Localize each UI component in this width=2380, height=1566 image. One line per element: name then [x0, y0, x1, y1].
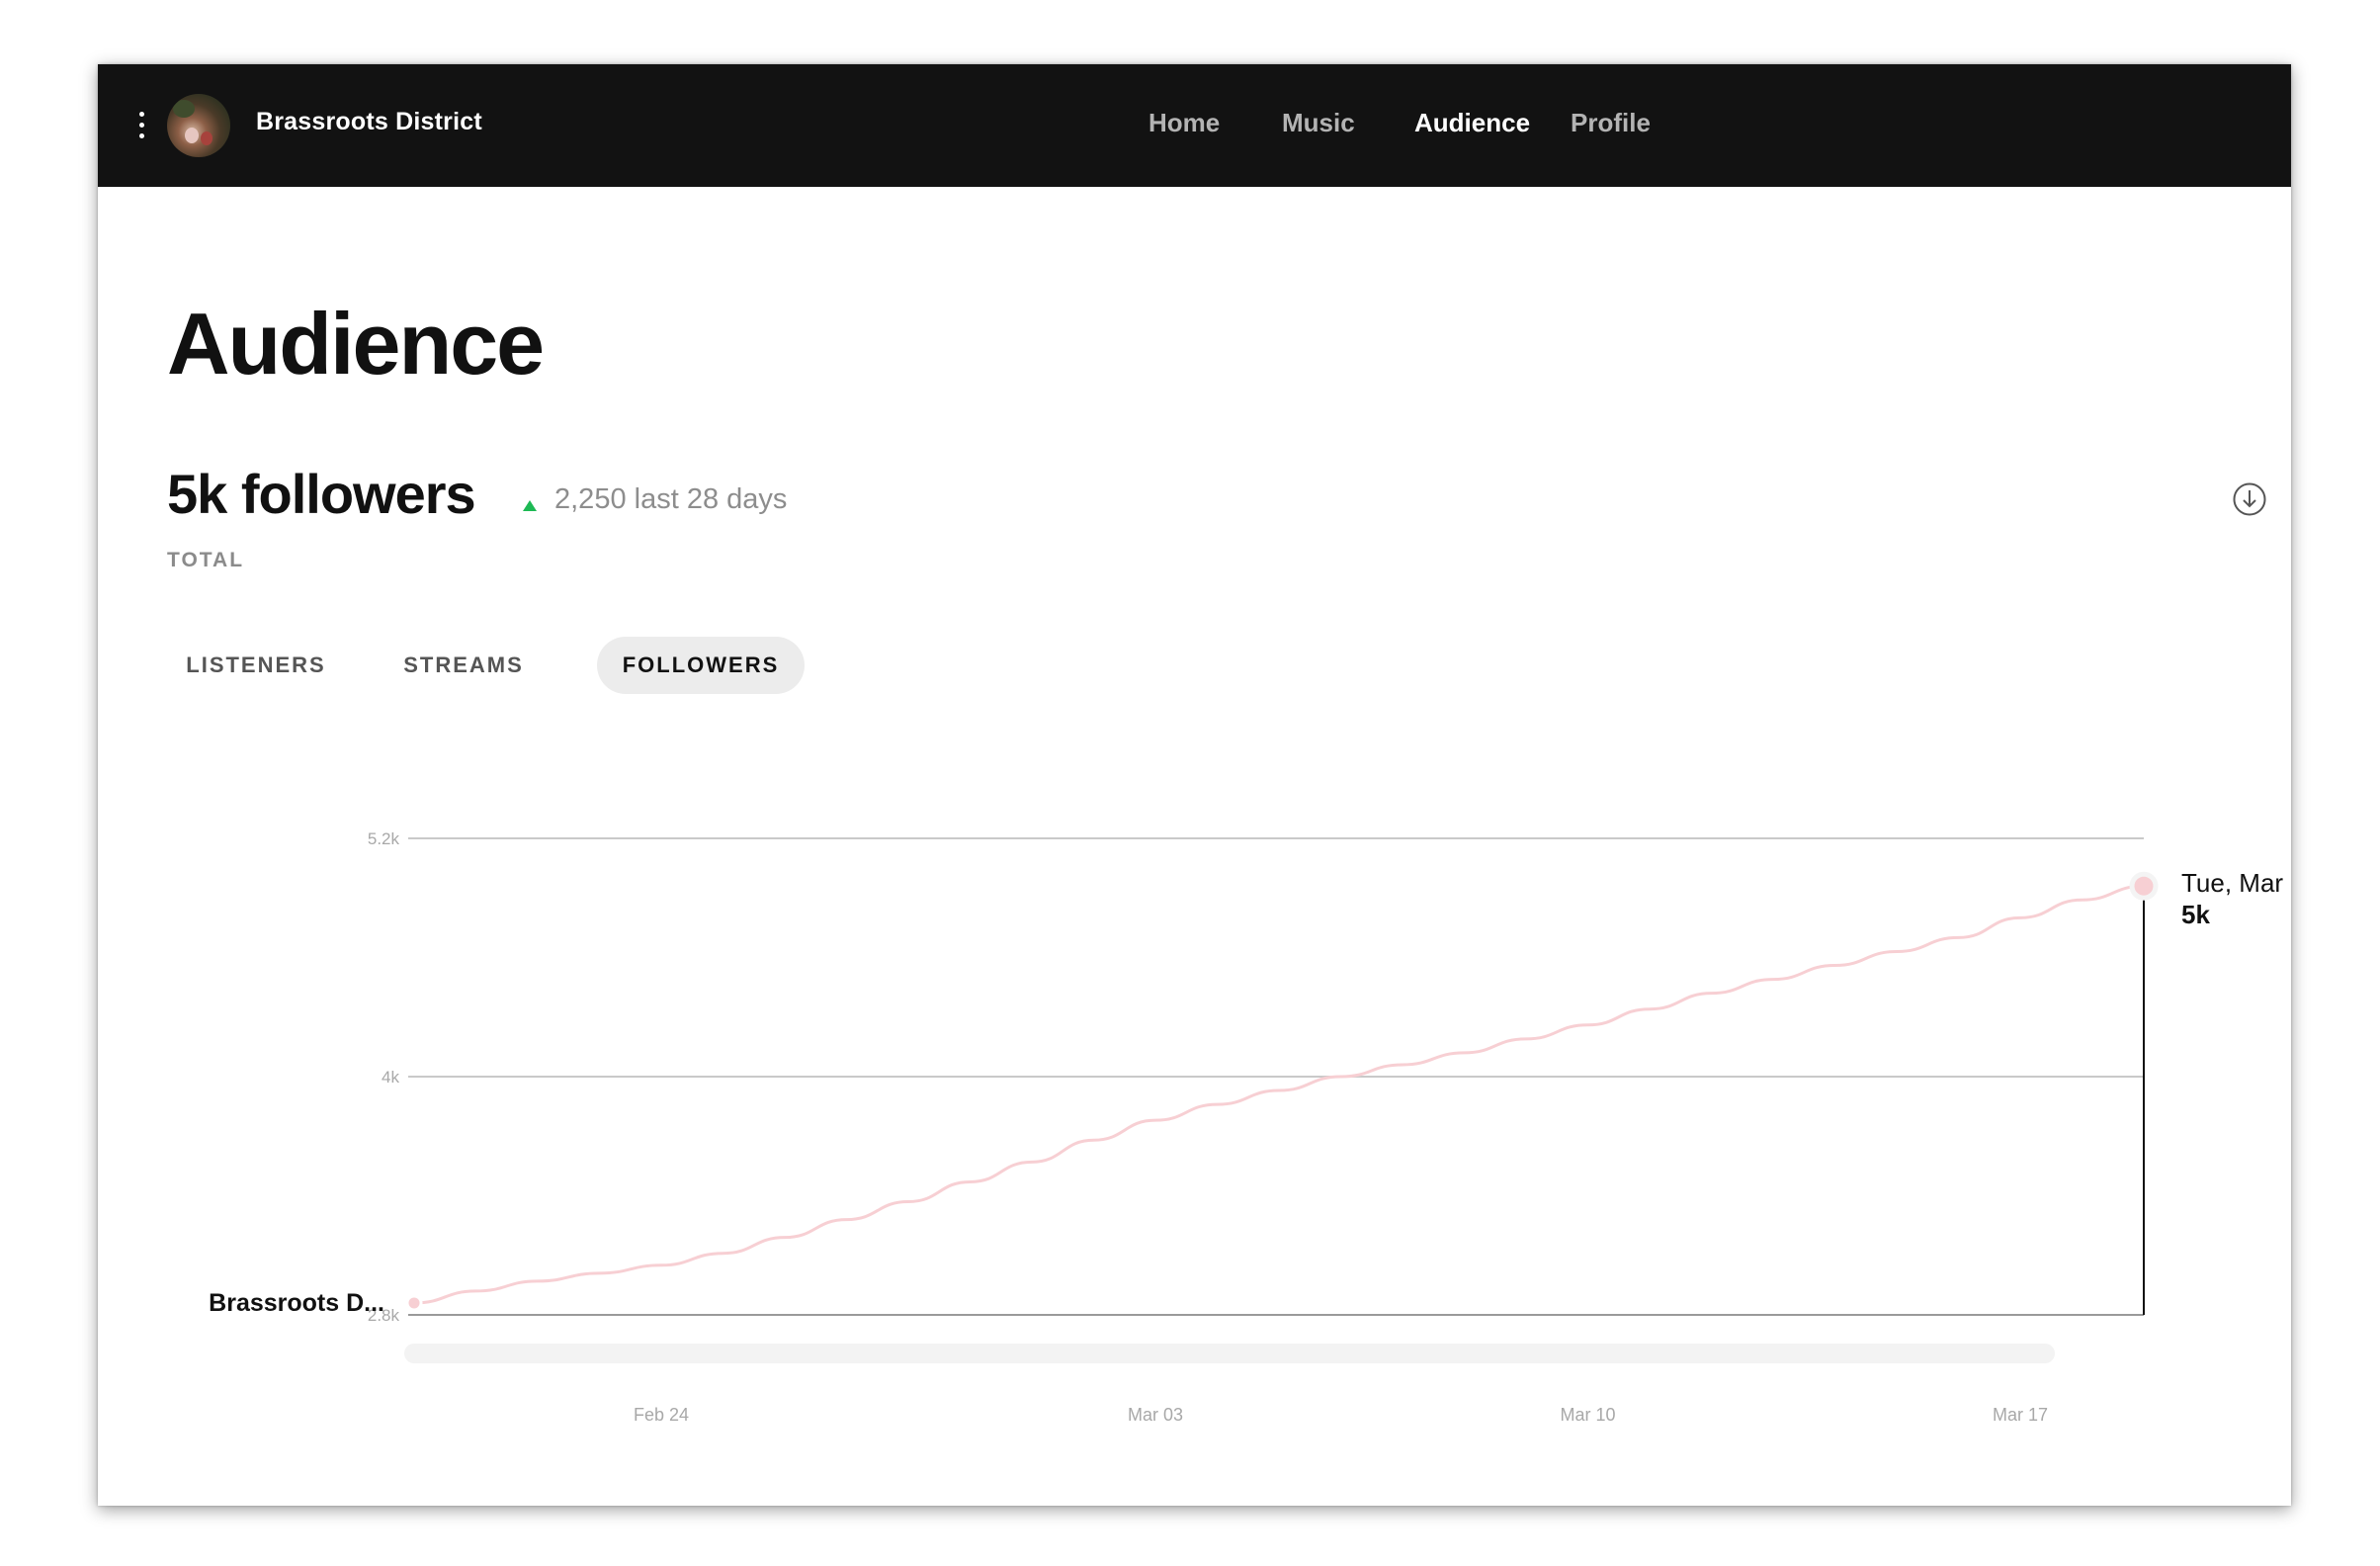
chart-scrollbar[interactable] — [404, 1344, 2055, 1363]
y-axis-ticks: 2.8k4k5.2k — [368, 829, 400, 1325]
series-start-point — [405, 1294, 423, 1312]
series-label: Brassroots D... — [209, 1289, 384, 1317]
tooltip-value: 5k — [2181, 900, 2210, 929]
app-window: Brassroots District Home Music Audience … — [98, 64, 2291, 1506]
y-tick-label: 4k — [382, 1068, 399, 1087]
y-tick-label: 5.2k — [368, 829, 400, 848]
series-end-point — [2129, 871, 2159, 901]
x-tick-label: Mar 10 — [1560, 1405, 1615, 1425]
tooltip-date: Tue, Mar 19 — [2181, 868, 2291, 898]
followers-series-line — [413, 884, 2145, 1305]
followers-line-chart[interactable]: 2.8k4k5.2k Feb 24 Mar 03 Mar 10 Mar 17 Bras… — [98, 64, 2291, 1506]
x-tick-label: Feb 24 — [634, 1405, 689, 1425]
x-tick-label: Mar 03 — [1128, 1405, 1183, 1425]
x-axis-ticks: Feb 24 Mar 03 Mar 10 Mar 17 — [634, 1405, 2048, 1425]
x-tick-label: Mar 17 — [1993, 1405, 2048, 1425]
chart-gridlines — [408, 837, 2144, 1316]
